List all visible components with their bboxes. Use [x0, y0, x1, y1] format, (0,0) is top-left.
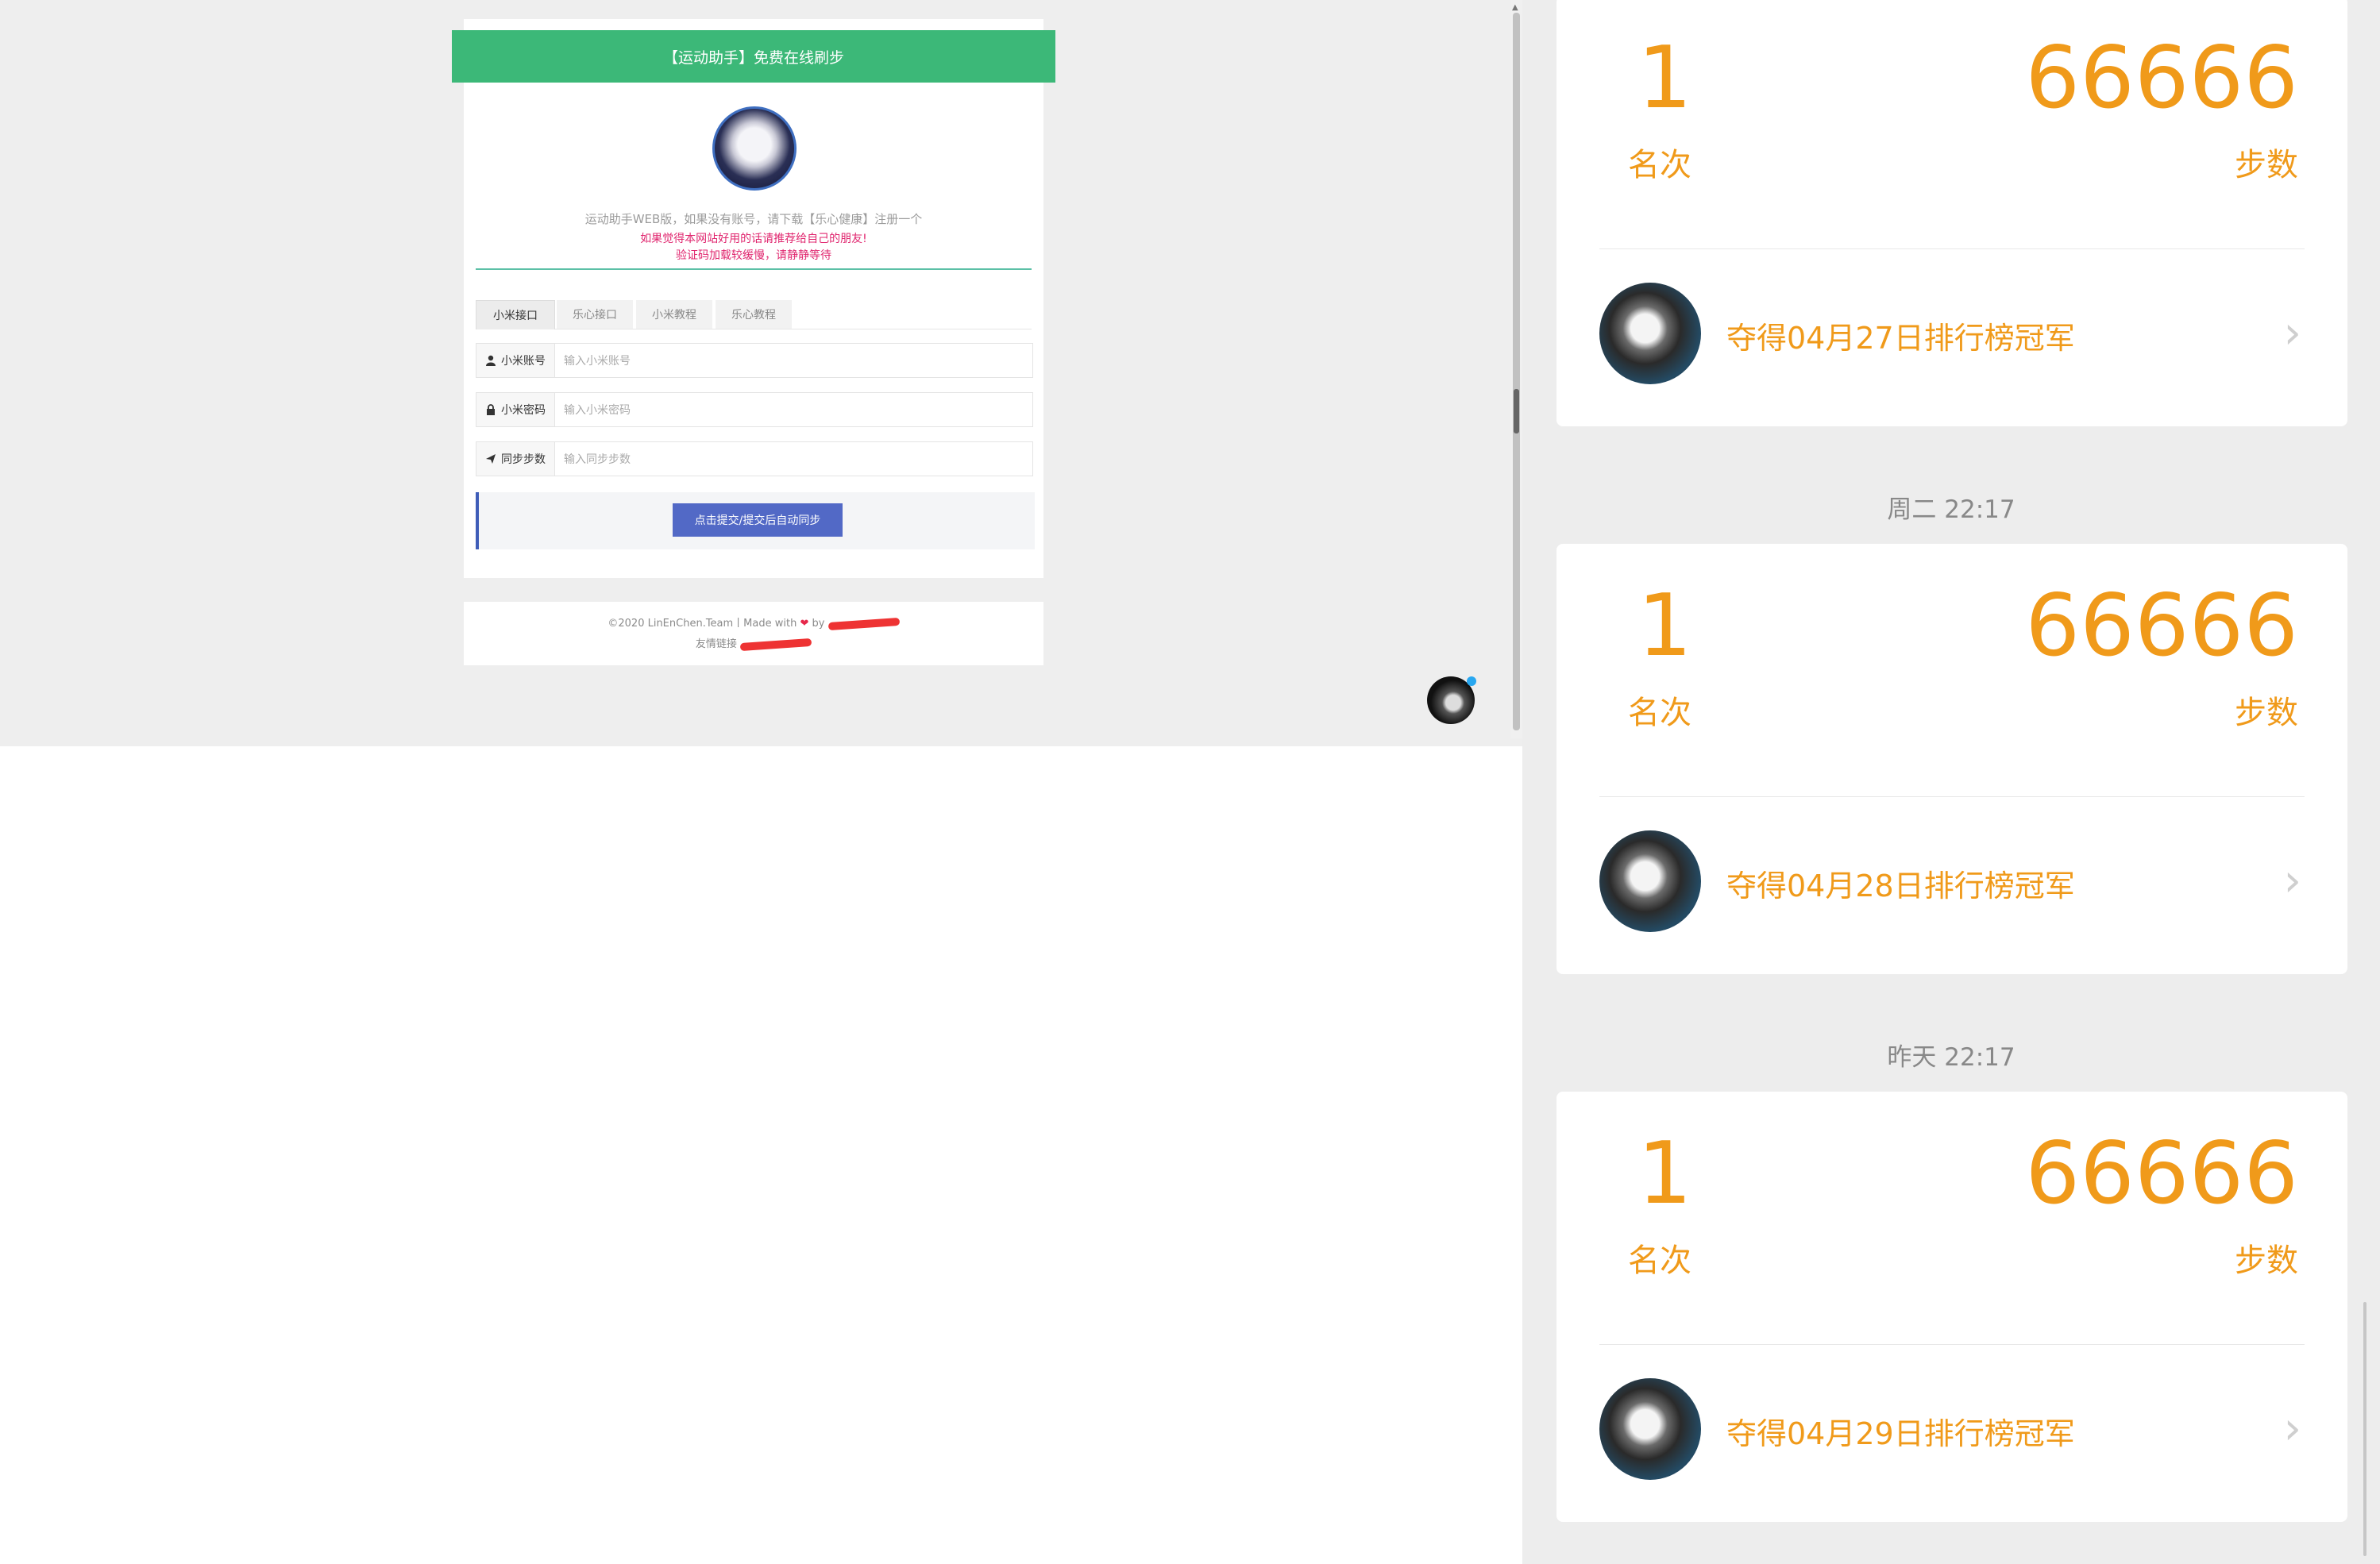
tab-bar: 小米接口 乐心接口 小米教程 乐心教程: [476, 300, 1032, 329]
steps-input[interactable]: [562, 449, 1018, 471]
divider: [476, 268, 1032, 270]
friend-links-label: 友情链接: [695, 638, 737, 650]
rank-card: 1 名次 66666 步数 夺得04月27日排行榜冠军 ›: [1556, 0, 2347, 426]
redaction-mark: [827, 617, 900, 630]
footer-copyright: ©2020 LinEnChen.Team丨Made with: [608, 618, 797, 630]
timestamp: 周二 22:17: [1887, 495, 2015, 524]
steps-label: 步数: [2235, 147, 2298, 183]
avatar: [1599, 1378, 1701, 1480]
divider: [1599, 248, 2305, 249]
intro-text: 运动助手WEB版，如果没有账号，请下载【乐心健康】注册一个: [584, 212, 923, 226]
chevron-right-icon[interactable]: ›: [2284, 307, 2301, 359]
form-card: 【运动助手】免费在线刷步 运动助手WEB版，如果没有账号，请下载【乐心健康】注册…: [452, 19, 1055, 578]
account-input[interactable]: [562, 350, 1018, 372]
notification-dot: [1467, 676, 1476, 686]
steps-label: 同步步数: [501, 453, 546, 466]
steps-label: 步数: [2235, 695, 2298, 731]
user-icon: [486, 355, 496, 366]
steps-number: 66666: [2025, 1124, 2298, 1223]
scrollbar[interactable]: [1510, 0, 1522, 738]
scrollbar[interactable]: [2363, 1302, 2366, 1556]
password-field: 小米密码: [476, 392, 1033, 427]
chevron-right-icon[interactable]: ›: [2284, 855, 2301, 907]
steps-field: 同步步数: [476, 441, 1033, 476]
scrollbar-thumb[interactable]: [1513, 13, 1520, 730]
submit-panel: 点击提交/提交后自动同步: [476, 492, 1035, 549]
rank-card: 1 名次 66666 步数 夺得04月29日排行榜冠军 ›: [1556, 1092, 2347, 1522]
rank-label: 名次: [1628, 147, 1691, 183]
avatar: [712, 106, 797, 191]
footer: ©2020 LinEnChen.Team丨Made with ❤ by 友情链接: [464, 602, 1043, 665]
password-label: 小米密码: [501, 404, 546, 417]
chevron-right-icon[interactable]: ›: [2284, 1403, 2301, 1454]
steps-number: 66666: [2025, 576, 2298, 676]
rank-number: 1: [1637, 29, 1692, 128]
tab-xiaomi-tutorial[interactable]: 小米教程: [636, 300, 712, 329]
steps-number: 66666: [2025, 29, 2298, 128]
tab-lexin-tutorial[interactable]: 乐心教程: [716, 300, 792, 329]
lock-icon: [487, 404, 495, 415]
password-input[interactable]: [562, 399, 1018, 422]
recommend-notice: 如果觉得本网站好用的话请推荐给自己的朋友!: [640, 233, 867, 245]
divider: [1599, 1344, 2305, 1345]
scroll-position-marker: [1514, 389, 1519, 433]
account-label: 小米账号: [501, 355, 546, 368]
timestamp: 昨天 22:17: [1887, 1043, 2015, 1072]
rank-number: 1: [1637, 576, 1692, 676]
heart-icon: ❤: [800, 618, 809, 630]
send-icon: [486, 454, 496, 464]
avatar: [1599, 830, 1701, 932]
champion-link[interactable]: 夺得04月29日排行榜冠军: [1726, 1409, 2075, 1453]
leaderboard-feed: 1 名次 66666 步数 夺得04月27日排行榜冠军 › 周二 22:17 1…: [1522, 0, 2380, 1564]
account-field: 小米账号: [476, 343, 1033, 378]
redaction-mark: [739, 638, 812, 651]
avatar: [1599, 283, 1701, 384]
steps-label: 步数: [2235, 1242, 2298, 1279]
rank-label: 名次: [1628, 1242, 1691, 1279]
tab-xiaomi-api[interactable]: 小米接口: [476, 300, 555, 329]
champion-link[interactable]: 夺得04月28日排行榜冠军: [1726, 861, 2075, 905]
champion-link[interactable]: 夺得04月27日排行榜冠军: [1726, 314, 2075, 357]
browser-page: 【运动助手】免费在线刷步 运动助手WEB版，如果没有账号，请下载【乐心健康】注册…: [0, 0, 1522, 746]
scroll-up-arrow-icon[interactable]: ▲: [1512, 3, 1518, 12]
submit-button[interactable]: 点击提交/提交后自动同步: [673, 503, 843, 537]
tab-lexin-api[interactable]: 乐心接口: [557, 300, 633, 329]
rank-label: 名次: [1628, 695, 1691, 731]
footer-by: by: [812, 618, 825, 630]
divider: [1599, 796, 2305, 797]
rank-number: 1: [1637, 1124, 1692, 1223]
rank-card: 1 名次 66666 步数 夺得04月28日排行榜冠军 ›: [1556, 544, 2347, 974]
page-title: 【运动助手】免费在线刷步: [452, 30, 1055, 83]
captcha-notice: 验证码加载较缓慢，请静静等待: [676, 249, 831, 262]
